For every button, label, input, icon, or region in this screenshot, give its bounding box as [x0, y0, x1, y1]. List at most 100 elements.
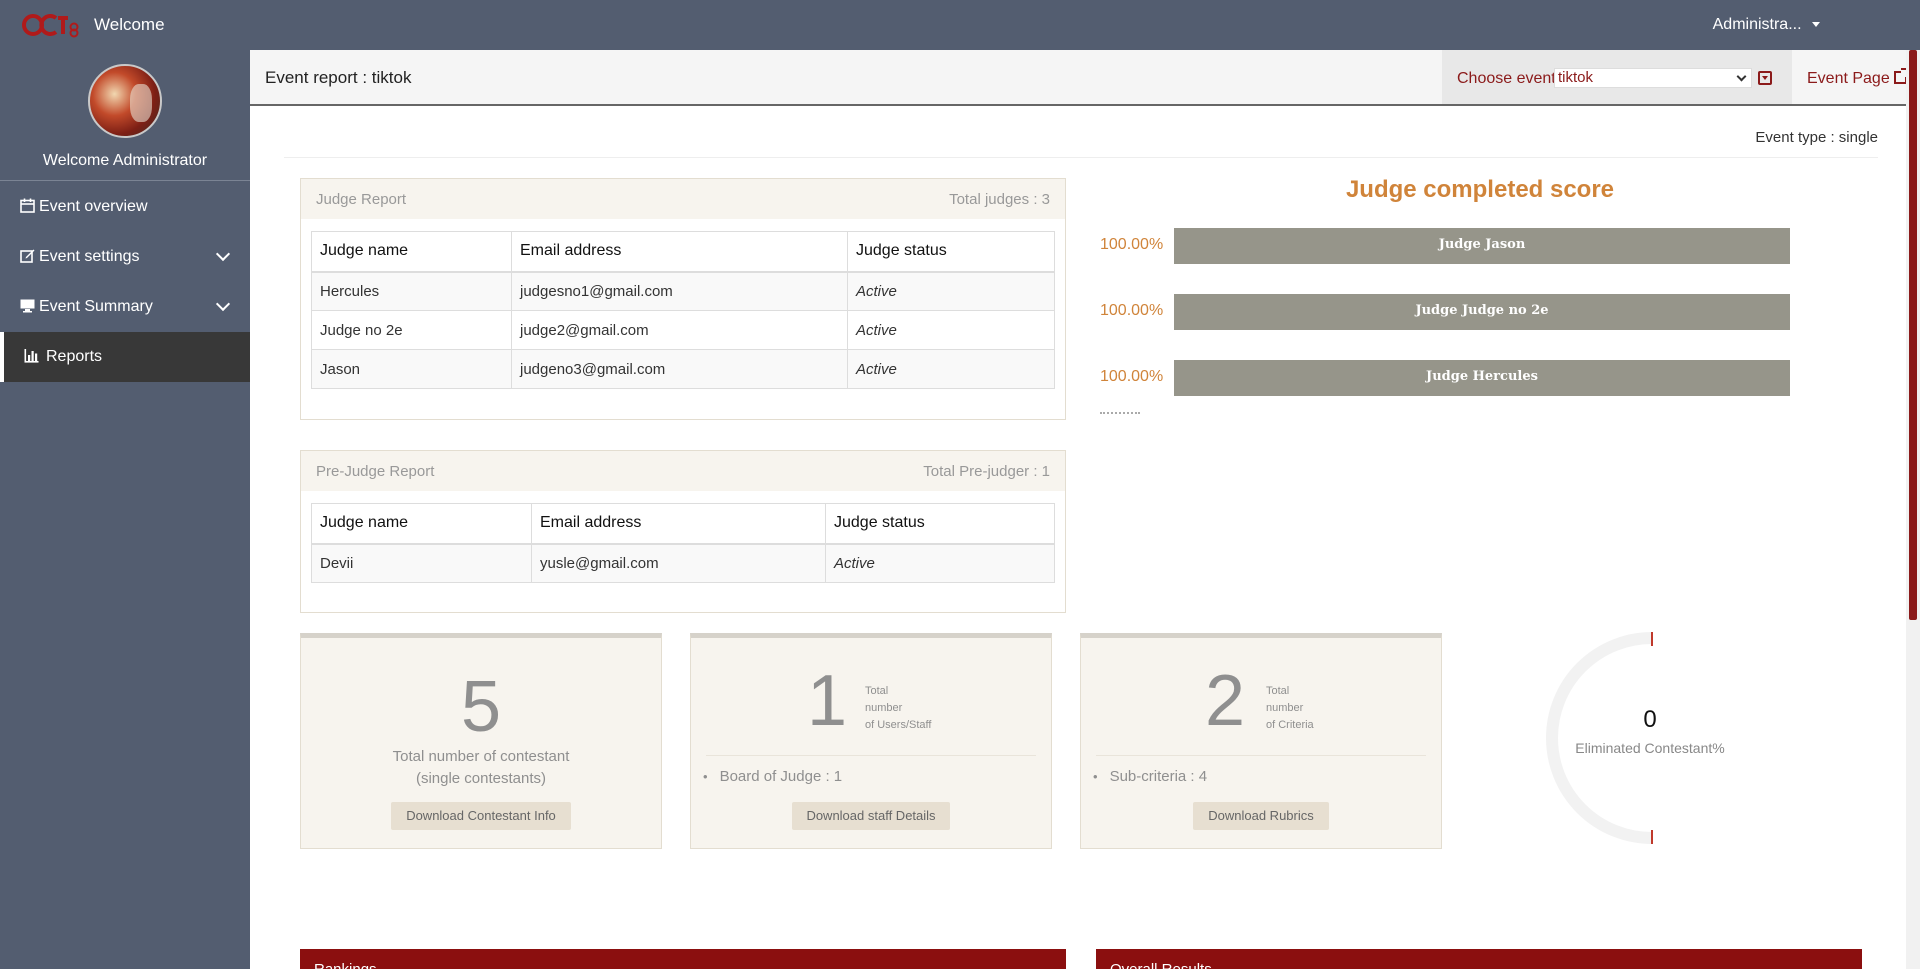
- table-row: Hercules judgesno1@gmail.com Active: [311, 271, 1055, 311]
- edit-icon: [20, 249, 35, 263]
- content-header: Event report : tiktok Choose event: tikt…: [250, 50, 1920, 106]
- table-row: Jason judgeno3@gmail.com Active: [311, 349, 1055, 389]
- gauge-value: 0: [1643, 706, 1657, 733]
- table-row: Judge no 2e judge2@gmail.com Active: [311, 310, 1055, 350]
- panel-title: Overall Results: [1110, 961, 1212, 969]
- chevron-down-icon: [215, 246, 231, 262]
- sidebar-item-event-summary[interactable]: Event Summary: [0, 282, 250, 332]
- judge-name: Jason: [311, 349, 512, 389]
- contestant-desc-line2: (single contestants): [415, 770, 547, 787]
- panel-title: Judge Report: [316, 191, 407, 208]
- criteria-desc: Total number of Criteria: [1266, 683, 1314, 734]
- board-of-judge-item: Board of Judge : 1: [703, 768, 843, 785]
- criteria-stat-box: 2 Total number of Criteria Sub-criteria …: [1080, 633, 1442, 849]
- bar-value-label: 100.00%: [1100, 368, 1164, 385]
- panel-title: Pre-Judge Report: [316, 463, 435, 480]
- bar-value-label: 100.00%: [1100, 236, 1164, 253]
- chart-bar: Judge Hercules: [1174, 360, 1790, 396]
- download-contestant-button[interactable]: Download Contestant Info: [391, 802, 571, 830]
- prejudge-table: Judge name Email address Judge status De…: [311, 503, 1055, 583]
- download-staff-button[interactable]: Download staff Details: [792, 802, 950, 830]
- navbar-title[interactable]: Welcome: [94, 15, 165, 35]
- eliminated-gauge: [1546, 632, 1653, 844]
- prejudge-report-panel: Pre-Judge Report Total Pre-judger : 1 Ju…: [300, 450, 1066, 613]
- scrollbar-thumb[interactable]: [1909, 50, 1917, 620]
- staff-desc-line: number: [865, 702, 903, 714]
- calendar-icon: [20, 198, 35, 213]
- judge-name: Hercules: [311, 271, 512, 311]
- bar-category-label: Judge Hercules: [1426, 369, 1538, 384]
- panel-header: Judge Report Total judges : 3: [301, 179, 1065, 219]
- panel-header: Pre-Judge Report Total Pre-judger : 1: [301, 451, 1065, 491]
- panel-title: Rankings: [314, 961, 377, 969]
- judge-status: Active: [825, 543, 1055, 583]
- caret-down-icon: [1812, 22, 1820, 28]
- judge-email: judge2@gmail.com: [511, 310, 848, 350]
- sidebar-item-label: Reports: [46, 348, 103, 365]
- column-header: Judge status: [847, 231, 1055, 273]
- sidebar-item-label: Event Summary: [39, 298, 153, 315]
- judge-status: Active: [847, 310, 1055, 350]
- dropdown-square-icon[interactable]: [1758, 71, 1772, 85]
- criteria-count: 2: [1205, 661, 1246, 741]
- avatar: [88, 64, 162, 138]
- judge-email: judgeno3@gmail.com: [511, 349, 848, 389]
- event-type-label: Event type : single: [1755, 129, 1878, 146]
- judge-name: Devii: [311, 543, 532, 583]
- sidebar: Welcome Administrator Event overview Eve…: [0, 50, 250, 969]
- column-header: Judge name: [311, 231, 512, 273]
- column-header: Email address: [531, 503, 826, 545]
- bar-category-label: Judge Judge no 2e: [1415, 303, 1549, 318]
- event-page-label: Event Page: [1807, 70, 1890, 87]
- download-rubrics-button[interactable]: Download Rubrics: [1193, 802, 1329, 830]
- choose-event-label: Choose event:: [1457, 70, 1561, 87]
- chart-bar-row: 100.00% Judge Jason: [1100, 228, 1800, 264]
- page-scrollbar[interactable]: [1906, 50, 1920, 969]
- staff-desc-line: Total: [865, 685, 889, 697]
- judge-email: judgesno1@gmail.com: [511, 271, 848, 311]
- chart-axis-cutoff: [1100, 412, 1146, 416]
- judge-status: Active: [847, 349, 1055, 389]
- judge-email: yusle@gmail.com: [531, 543, 826, 583]
- table-row: Devii yusle@gmail.com Active: [311, 543, 1055, 583]
- contestant-desc-line1: Total number of contestant: [392, 748, 570, 765]
- chevron-down-icon: [1736, 71, 1747, 82]
- top-navbar: Welcome Administra...: [0, 0, 1920, 50]
- overall-results-panel-header[interactable]: Overall Results: [1096, 949, 1862, 969]
- event-chooser: Choose event: tiktok: [1442, 50, 1792, 104]
- divider: [284, 157, 1878, 158]
- chart-bar: Judge Judge no 2e: [1174, 294, 1790, 330]
- user-menu-dropdown[interactable]: Administra...: [1713, 16, 1820, 34]
- sidebar-item-event-overview[interactable]: Event overview: [0, 182, 250, 232]
- chevron-down-icon: [215, 296, 231, 312]
- chart-bar-row: 100.00% Judge Hercules: [1100, 360, 1800, 396]
- sidebar-welcome: Welcome Administrator: [42, 152, 208, 169]
- desktop-icon: [20, 299, 35, 313]
- event-select-value: tiktok: [1558, 69, 1594, 86]
- chart-bar: Judge Jason: [1174, 228, 1790, 264]
- stat-divider: [706, 755, 1036, 756]
- judge-status: Active: [847, 271, 1055, 311]
- event-select[interactable]: tiktok: [1554, 68, 1752, 88]
- contestant-count: 5: [460, 667, 502, 747]
- oct8-logo[interactable]: [22, 12, 80, 38]
- external-link-icon: [1893, 68, 1910, 84]
- bar-category-label: Judge Jason: [1438, 237, 1526, 252]
- chart-bar-row: 100.00% Judge Judge no 2e: [1100, 294, 1800, 330]
- contestant-stat-box: 5 Total number of contestant (single con…: [300, 633, 662, 849]
- judge-table: Judge name Email address Judge status He…: [311, 231, 1055, 389]
- sidebar-item-reports[interactable]: Reports: [0, 332, 250, 382]
- column-header: Judge status: [825, 503, 1055, 545]
- event-page-link[interactable]: Event Page: [1807, 68, 1910, 88]
- gauge-label: Eliminated Contestant%: [1575, 740, 1725, 756]
- user-menu-label: Administra...: [1712, 16, 1802, 33]
- table-header-row: Judge name Email address Judge status: [311, 231, 1055, 273]
- staff-desc: Total number of Users/Staff: [865, 683, 931, 734]
- bar-value-label: 100.00%: [1100, 302, 1164, 319]
- sub-criteria-item: Sub-criteria : 4: [1093, 768, 1208, 785]
- criteria-desc-line: Total: [1266, 685, 1290, 697]
- table-header-row: Judge name Email address Judge status: [311, 503, 1055, 545]
- rankings-panel-header[interactable]: Rankings: [300, 949, 1066, 969]
- column-header: Judge name: [311, 503, 532, 545]
- sidebar-item-event-settings[interactable]: Event settings: [0, 232, 250, 282]
